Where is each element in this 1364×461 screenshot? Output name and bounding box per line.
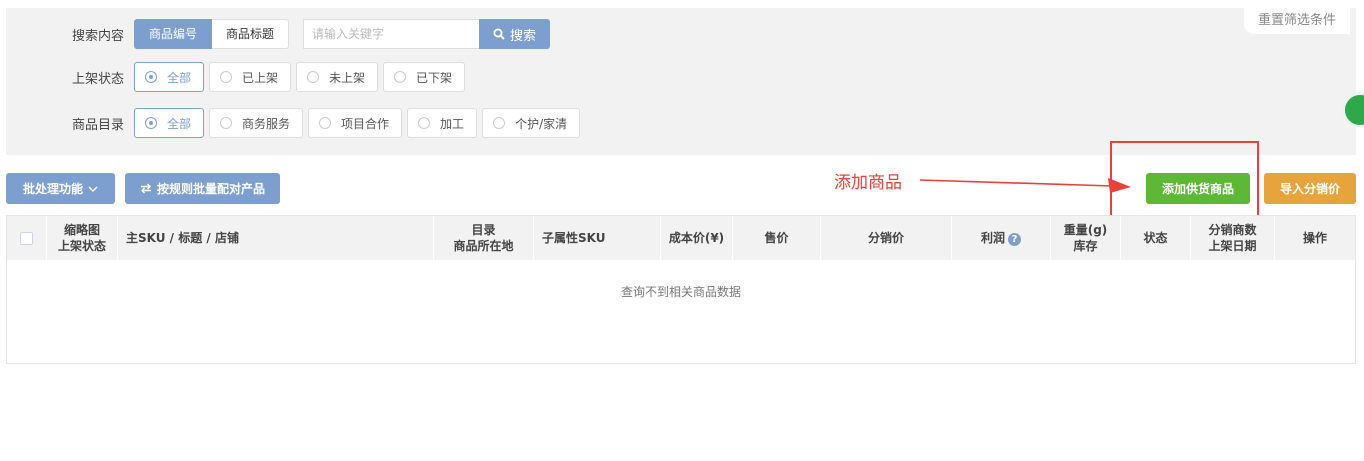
radio-icon <box>394 71 407 83</box>
col-actions: 操作 <box>1275 216 1355 260</box>
batch-match-label: 按规则批量配对产品 <box>156 182 265 196</box>
option-label: 项目合作 <box>341 116 390 131</box>
col-label-sub: 库存 <box>1073 239 1098 253</box>
search-icon <box>493 28 505 40</box>
reset-filters-link[interactable]: 重置筛选条件 <box>1243 8 1350 34</box>
option-label: 未上架 <box>329 70 366 85</box>
option-label: 已上架 <box>242 70 279 85</box>
catalog-option-all[interactable]: 全部 <box>134 108 205 138</box>
catalog-row: 商品目录 全部 商务服务 项目合作 加工 个护/家清 <box>6 108 585 138</box>
search-type-product-title[interactable]: 商品标题 <box>212 19 290 49</box>
col-profit-label-wrap: 利润? <box>981 230 1021 246</box>
empty-state-message: 查询不到相关商品数据 <box>620 285 741 299</box>
col-label-sub: 商品所在地 <box>453 239 514 253</box>
col-status: 状态 <box>1121 216 1191 260</box>
col-cost-price: 成本价(¥) <box>661 216 733 260</box>
radio-icon <box>220 71 233 83</box>
swap-arrows-icon <box>140 183 151 194</box>
annotation-arrow-icon <box>919 178 1131 193</box>
radio-icon <box>418 117 431 129</box>
import-distribution-price-button[interactable]: 导入分销价 <box>1264 173 1356 204</box>
radio-icon <box>307 71 320 83</box>
col-distribution-price: 分销价 <box>821 216 952 260</box>
search-label: 搜索内容 <box>71 28 124 44</box>
option-label: 全部 <box>167 116 192 131</box>
col-label: 重量(g) <box>1063 223 1108 237</box>
shelf-status-option-not-shelved[interactable]: 未上架 <box>296 62 379 92</box>
col-label: 状态 <box>1143 231 1168 245</box>
col-distributors: 分销商数 上架日期 <box>1191 216 1275 260</box>
col-label-sub: 上架状态 <box>57 239 106 253</box>
batch-actions-button[interactable]: 批处理功能 <box>6 173 115 204</box>
col-label: 利润 <box>980 231 1005 245</box>
catalog-option-project-cooperation[interactable]: 项目合作 <box>308 108 403 138</box>
col-main-sku: 主SKU / 标题 / 店铺 <box>118 216 434 260</box>
select-all-checkbox[interactable] <box>20 231 33 245</box>
col-sub-sku: 子属性SKU <box>534 216 661 260</box>
shelf-status-option-on-shelf[interactable]: 已上架 <box>209 62 292 92</box>
radio-icon <box>145 71 157 83</box>
catalog-label: 商品目录 <box>71 117 124 133</box>
option-label: 加工 <box>440 116 465 131</box>
col-label: 目录 <box>471 223 496 237</box>
search-row: 搜索内容 商品编号 商品标题 搜索 <box>6 19 551 49</box>
col-label: 缩略图 <box>63 223 100 237</box>
option-label: 个护/家清 <box>515 116 568 131</box>
annotation-text: 添加商品 <box>834 173 902 193</box>
col-weight: 重量(g) 库存 <box>1051 216 1121 260</box>
table-header: 缩略图 上架状态 主SKU / 标题 / 店铺 目录 商品所在地 子属性SKU … <box>7 216 1355 260</box>
col-thumbnail: 缩略图 上架状态 <box>47 216 118 260</box>
radio-icon <box>145 117 157 129</box>
batch-actions-label: 批处理功能 <box>22 182 83 196</box>
catalog-option-business-services[interactable]: 商务服务 <box>209 108 304 138</box>
search-type-product-code[interactable]: 商品编号 <box>134 19 213 49</box>
product-table: 缩略图 上架状态 主SKU / 标题 / 店铺 目录 商品所在地 子属性SKU … <box>6 215 1356 364</box>
add-supply-product-button[interactable]: 添加供货商品 <box>1146 173 1250 204</box>
option-label: 已下架 <box>416 70 453 85</box>
radio-icon <box>220 117 233 129</box>
shelf-status-option-off-shelf[interactable]: 已下架 <box>383 62 466 92</box>
col-label: 售价 <box>764 231 789 245</box>
shelf-status-row: 上架状态 全部 已上架 未上架 已下架 <box>6 62 470 92</box>
search-button-label: 搜索 <box>510 28 537 44</box>
shelf-status-label: 上架状态 <box>71 71 124 87</box>
option-label: 全部 <box>167 70 192 85</box>
catalog-option-personal-care[interactable]: 个护/家清 <box>482 108 581 138</box>
question-circle-icon[interactable]: ? <box>1008 233 1021 246</box>
shelf-status-option-all[interactable]: 全部 <box>134 62 205 92</box>
search-input[interactable] <box>303 19 480 49</box>
col-label: 主SKU / 标题 / 店铺 <box>126 231 239 245</box>
col-sale-price: 售价 <box>733 216 821 260</box>
search-button[interactable]: 搜索 <box>479 19 551 49</box>
chevron-down-icon <box>88 186 98 192</box>
radio-icon <box>493 117 506 129</box>
filter-panel: 重置筛选条件 搜索内容 商品编号 商品标题 搜索 上架状态 全部 已上架 未上架… <box>6 8 1356 155</box>
batch-match-button[interactable]: 按规则批量配对产品 <box>125 173 280 204</box>
col-label: 分销商数 <box>1208 223 1257 237</box>
col-label: 操作 <box>1302 231 1327 245</box>
col-label: 分销价 <box>867 231 904 245</box>
col-catalog: 目录 商品所在地 <box>434 216 534 260</box>
col-label-sub: 上架日期 <box>1208 239 1257 253</box>
catalog-option-processing[interactable]: 加工 <box>407 108 478 138</box>
col-profit: 利润? <box>952 216 1051 260</box>
option-label: 商务服务 <box>242 116 291 131</box>
radio-icon <box>319 117 332 129</box>
col-label: 成本价(¥) <box>668 231 725 245</box>
select-all-cell <box>7 216 47 260</box>
col-label: 子属性SKU <box>542 231 606 245</box>
